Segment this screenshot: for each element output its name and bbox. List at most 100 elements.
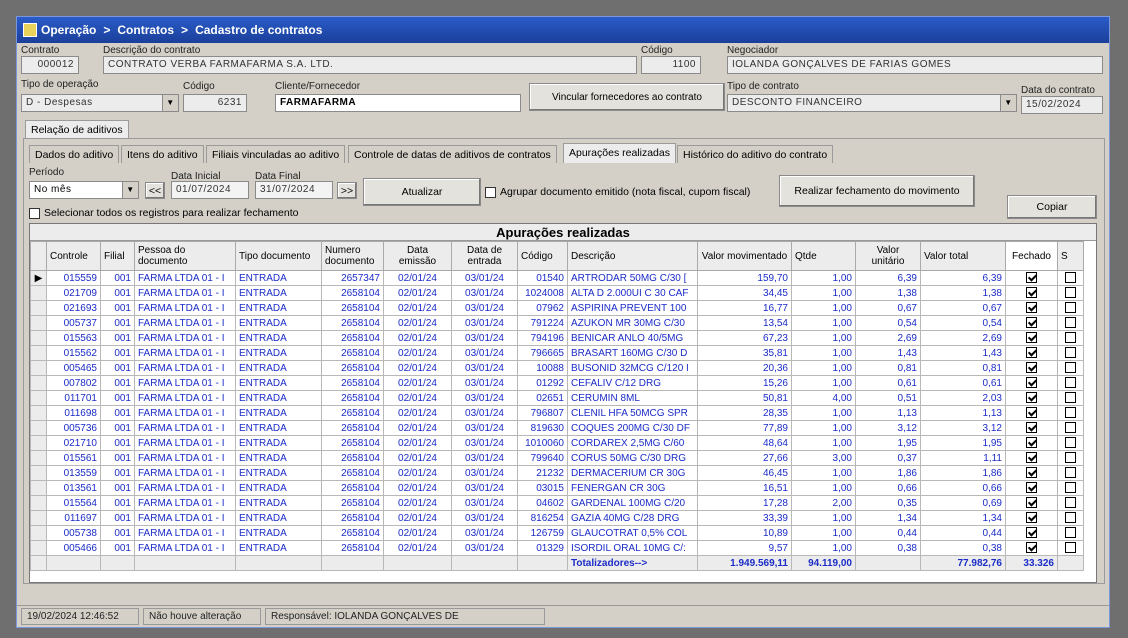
next-period-button[interactable]: >> <box>337 182 357 199</box>
col-header-descricao[interactable]: Descrição <box>567 241 698 271</box>
fechado-checkbox[interactable] <box>1026 467 1037 479</box>
table-row[interactable]: 013561 001 FARMA LTDA 01 - I ENTRADA 2658104… <box>30 480 1084 496</box>
select-row-checkbox[interactable] <box>1065 347 1076 359</box>
tipo-contrato-select[interactable]: DESCONTO FINANCEIRO ▼ <box>727 94 1017 112</box>
fechado-checkbox[interactable] <box>1026 287 1037 299</box>
col-header-valor-total[interactable]: Valor total <box>920 241 1006 271</box>
fechado-checkbox[interactable] <box>1026 452 1037 464</box>
atualizar-button[interactable]: Atualizar <box>363 178 481 206</box>
vincular-fornecedores-button[interactable]: Vincular fornecedores ao contrato <box>529 83 725 111</box>
col-header-fechado[interactable]: Fechado <box>1005 241 1058 271</box>
table-row[interactable]: 021709 001 FARMA LTDA 01 - I ENTRADA 2658104… <box>30 285 1084 301</box>
select-row-checkbox[interactable] <box>1065 407 1076 419</box>
select-row-checkbox[interactable] <box>1065 392 1076 404</box>
chevron-down-icon[interactable]: ▼ <box>162 95 178 111</box>
col-header-tipo-documento[interactable]: Tipo documento <box>235 241 322 271</box>
tipo-operacao-select[interactable]: D - Despesas ▼ <box>21 94 179 112</box>
col-header-filial[interactable]: Filial <box>100 241 135 271</box>
select-row-checkbox[interactable] <box>1065 452 1076 464</box>
table-row[interactable]: 011698 001 FARMA LTDA 01 - I ENTRADA 2658104… <box>30 405 1084 421</box>
table-row[interactable]: 015562 001 FARMA LTDA 01 - I ENTRADA 2658104… <box>30 345 1084 361</box>
table-row[interactable]: 005737 001 FARMA LTDA 01 - I ENTRADA 2658104… <box>30 315 1084 331</box>
copiar-button[interactable]: Copiar <box>1007 195 1097 219</box>
data-inicial-field[interactable]: 01/07/2024 <box>171 181 249 199</box>
fechado-checkbox[interactable] <box>1026 482 1037 494</box>
select-row-checkbox[interactable] <box>1065 362 1076 374</box>
col-header-data-emissao[interactable]: Data emissão <box>383 241 452 271</box>
fechado-checkbox[interactable] <box>1026 332 1037 344</box>
negociador-field[interactable]: IOLANDA GONÇALVES DE FARIAS GOMES <box>727 56 1103 74</box>
select-row-checkbox[interactable] <box>1065 332 1076 344</box>
select-row-checkbox[interactable] <box>1065 482 1076 494</box>
select-row-checkbox[interactable] <box>1065 542 1076 554</box>
col-header-pessoa[interactable]: Pessoa do documento <box>134 241 236 271</box>
fechado-checkbox[interactable] <box>1026 407 1037 419</box>
fechado-checkbox[interactable] <box>1026 512 1037 524</box>
col-header-s[interactable]: S <box>1057 241 1084 271</box>
contrato-field[interactable]: 000012 <box>21 56 79 74</box>
select-row-checkbox[interactable] <box>1065 527 1076 539</box>
periodo-select[interactable]: No mês ▼ <box>29 181 139 199</box>
col-header-qtde[interactable]: Qtde <box>791 241 856 271</box>
fechado-checkbox[interactable] <box>1026 347 1037 359</box>
col-header-data-entrada[interactable]: Data de entrada <box>451 241 518 271</box>
chevron-down-icon[interactable]: ▼ <box>1000 95 1016 111</box>
breadcrumb-contratos[interactable]: Contratos <box>117 17 174 43</box>
select-row-checkbox[interactable] <box>1065 272 1076 284</box>
data-final-field[interactable]: 31/07/2024 <box>255 181 333 199</box>
agrupar-checkbox[interactable] <box>485 186 496 198</box>
fechado-checkbox[interactable] <box>1026 527 1037 539</box>
tab-itens-aditivo[interactable]: Itens do aditivo <box>121 145 204 163</box>
select-row-checkbox[interactable] <box>1065 287 1076 299</box>
table-row[interactable]: 005466 001 FARMA LTDA 01 - I ENTRADA 2658104… <box>30 540 1084 556</box>
fechado-checkbox[interactable] <box>1026 422 1037 434</box>
tab-apuracoes-realizadas[interactable]: Apurações realizadas <box>563 143 676 163</box>
tab-historico-aditivo[interactable]: Histórico do aditivo do contrato <box>677 145 834 163</box>
col-header-valor-movimentado[interactable]: Valor movimentado <box>697 241 792 271</box>
select-row-checkbox[interactable] <box>1065 497 1076 509</box>
selecionar-todos-option[interactable]: Selecionar todos os registros para reali… <box>29 207 298 219</box>
fechado-checkbox[interactable] <box>1026 362 1037 374</box>
select-row-checkbox[interactable] <box>1065 467 1076 479</box>
table-row[interactable]: 007802 001 FARMA LTDA 01 - I ENTRADA 2658104… <box>30 375 1084 391</box>
descricao-field[interactable]: CONTRATO VERBA FARMAFARMA S.A. LTD. <box>103 56 637 74</box>
tab-relacao-aditivos[interactable]: Relação de aditivos <box>25 120 129 138</box>
table-row[interactable]: 015561 001 FARMA LTDA 01 - I ENTRADA 2658104… <box>30 450 1084 466</box>
codigo-field[interactable]: 1100 <box>641 56 701 74</box>
fechado-checkbox[interactable] <box>1026 497 1037 509</box>
table-row[interactable]: 015564 001 FARMA LTDA 01 - I ENTRADA 2658104… <box>30 495 1084 511</box>
tab-filiais-vinculadas[interactable]: Filiais vinculadas ao aditivo <box>206 145 346 163</box>
col-header-numero-documento[interactable]: Numero documento <box>321 241 384 271</box>
fechado-checkbox[interactable] <box>1026 437 1037 449</box>
cliente-field[interactable]: FARMAFARMA <box>275 94 521 112</box>
data-contrato-field[interactable]: 15/02/2024 <box>1021 96 1103 114</box>
table-row[interactable]: 005738 001 FARMA LTDA 01 - I ENTRADA 2658104… <box>30 525 1084 541</box>
table-row[interactable]: 005736 001 FARMA LTDA 01 - I ENTRADA 2658104… <box>30 420 1084 436</box>
table-row[interactable]: ▶ 015559 001 FARMA LTDA 01 - I ENTRADA 265734… <box>30 270 1084 286</box>
fechado-checkbox[interactable] <box>1026 542 1037 554</box>
previous-period-button[interactable]: << <box>145 182 165 199</box>
table-row[interactable]: 015563 001 FARMA LTDA 01 - I ENTRADA 2658104… <box>30 330 1084 346</box>
breadcrumb-operacao[interactable]: Operação <box>41 17 96 43</box>
chevron-down-icon[interactable]: ▼ <box>122 182 138 198</box>
table-row[interactable]: 005465 001 FARMA LTDA 01 - I ENTRADA 2658104… <box>30 360 1084 376</box>
select-row-checkbox[interactable] <box>1065 317 1076 329</box>
fechado-checkbox[interactable] <box>1026 392 1037 404</box>
realizar-fechamento-button[interactable]: Realizar fechamento do movimento <box>779 175 975 207</box>
selecionar-todos-checkbox[interactable] <box>29 207 40 219</box>
tab-dados-aditivo[interactable]: Dados do aditivo <box>29 145 120 163</box>
select-row-checkbox[interactable] <box>1065 512 1076 524</box>
col-header-controle[interactable]: Controle <box>46 241 101 271</box>
fechado-checkbox[interactable] <box>1026 317 1037 329</box>
col-header-valor-unitario[interactable]: Valor unitário <box>855 241 921 271</box>
table-row[interactable]: 021710 001 FARMA LTDA 01 - I ENTRADA 2658104… <box>30 435 1084 451</box>
select-row-checkbox[interactable] <box>1065 437 1076 449</box>
codigo2-field[interactable]: 6231 <box>183 94 247 112</box>
agrupar-documento-option[interactable]: Agrupar documento emitido (nota fiscal, … <box>485 186 750 198</box>
table-row[interactable]: 013559 001 FARMA LTDA 01 - I ENTRADA 2658104… <box>30 465 1084 481</box>
table-row[interactable]: 011701 001 FARMA LTDA 01 - I ENTRADA 2658104… <box>30 390 1084 406</box>
table-row[interactable]: 021693 001 FARMA LTDA 01 - I ENTRADA 2658104… <box>30 300 1084 316</box>
select-row-checkbox[interactable] <box>1065 422 1076 434</box>
fechado-checkbox[interactable] <box>1026 302 1037 314</box>
select-row-checkbox[interactable] <box>1065 377 1076 389</box>
